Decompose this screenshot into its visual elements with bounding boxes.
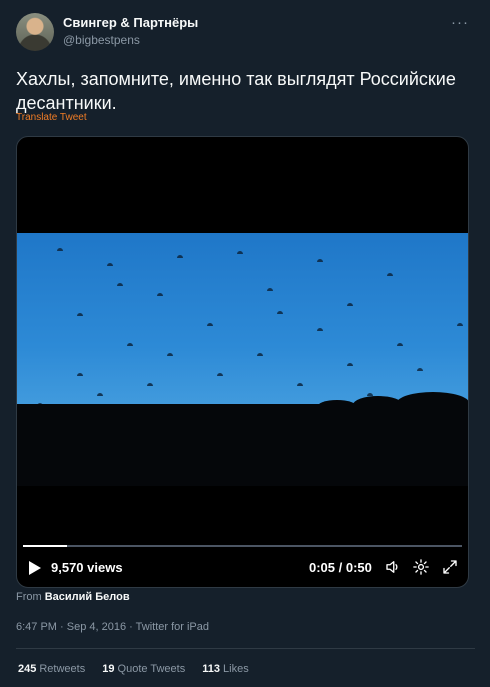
parachute	[457, 323, 463, 326]
parachute	[217, 373, 223, 376]
parachute	[237, 251, 243, 254]
quote-tweets-label: Quote Tweets	[117, 663, 186, 675]
video-ground	[17, 404, 468, 486]
quote-tweets-count: 19	[102, 663, 115, 675]
progress-fill	[23, 545, 67, 547]
more-icon[interactable]: ···	[450, 14, 470, 32]
avatar[interactable]	[16, 13, 54, 51]
parachute	[177, 255, 183, 258]
volume-icon[interactable]	[384, 558, 402, 576]
parachute	[347, 363, 353, 366]
parachute	[257, 353, 263, 356]
parachute	[127, 343, 133, 346]
parachute	[417, 368, 423, 371]
quote-tweets-stat[interactable]: 19 Quote Tweets	[102, 663, 185, 675]
retweets-label: Retweets	[39, 663, 86, 675]
tweet-meta[interactable]: 6:47 PM · Sep 4, 2016 · Twitter for iPad	[16, 621, 209, 633]
tweet-stats: 245 Retweets 19 Quote Tweets 113 Likes	[18, 663, 263, 675]
video-attribution: From Василий Белов	[16, 591, 130, 603]
likes-label: Likes	[223, 663, 249, 675]
parachute	[167, 353, 173, 356]
tweet-text: Хахлы, запомните, именно так выглядят Ро…	[16, 69, 456, 113]
video-controls: 9,570 views 0:05 / 0:50	[17, 555, 468, 583]
retweets-count: 245	[18, 663, 37, 675]
parachute	[277, 311, 283, 314]
parachute	[157, 293, 163, 296]
parachute	[117, 283, 123, 286]
parachute	[397, 343, 403, 346]
likes-count: 113	[202, 663, 221, 675]
play-icon[interactable]	[29, 561, 41, 575]
video-time: 0:05 / 0:50	[309, 560, 372, 575]
parachute	[97, 393, 103, 396]
parachute	[57, 248, 63, 251]
video-frame[interactable]	[17, 233, 468, 486]
parachute	[267, 288, 273, 291]
author-name[interactable]: Свингер & Партнёры	[63, 15, 198, 30]
parachute	[77, 373, 83, 376]
translate-tweet-link[interactable]: Translate Tweet	[16, 112, 87, 123]
parachute	[107, 263, 113, 266]
likes-stat[interactable]: 113 Likes	[202, 663, 248, 675]
video-player[interactable]: 9,570 views 0:05 / 0:50	[16, 136, 469, 588]
attribution-prefix: From	[16, 591, 42, 603]
retweets-stat[interactable]: 245 Retweets	[18, 663, 85, 675]
parachute	[317, 328, 323, 331]
parachute	[297, 383, 303, 386]
view-count: 9,570 views	[51, 560, 123, 575]
expand-icon[interactable]	[441, 558, 459, 576]
parachute	[347, 303, 353, 306]
parachute	[207, 323, 213, 326]
parachute	[147, 383, 153, 386]
attribution-source-link[interactable]: Василий Белов	[45, 591, 130, 603]
parachute	[387, 273, 393, 276]
parachute	[317, 259, 323, 262]
author-handle[interactable]: @bigbestpens	[63, 33, 140, 47]
parachute	[77, 313, 83, 316]
gear-icon[interactable]	[412, 558, 430, 576]
progress-bar[interactable]	[23, 545, 462, 547]
divider	[16, 648, 475, 649]
